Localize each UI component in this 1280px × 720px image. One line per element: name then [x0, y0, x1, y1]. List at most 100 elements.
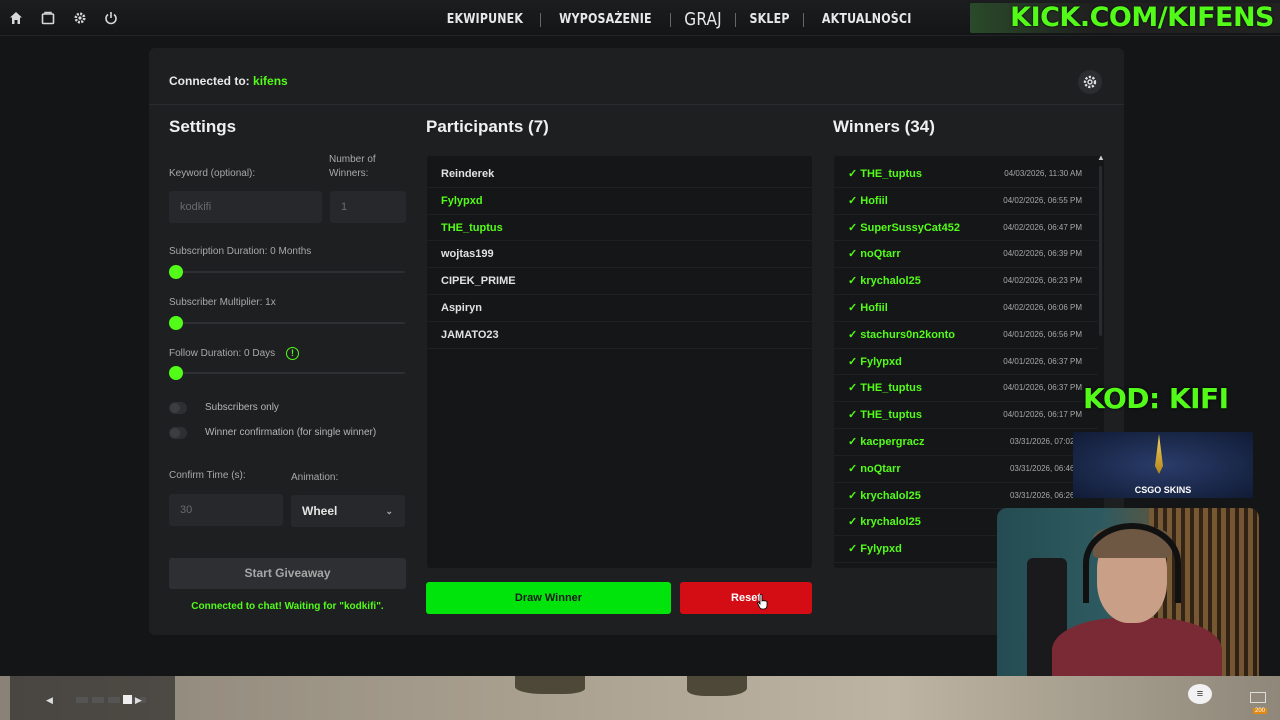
- sub-duration-slider[interactable]: [169, 265, 405, 279]
- nav-ekwipunek[interactable]: EKWIPUNEK: [438, 12, 531, 27]
- winner-row[interactable]: ✓ Fylypxd 04/01/2026, 06:37 PM: [834, 349, 1098, 376]
- participant-row[interactable]: Fylypxd: [427, 188, 812, 215]
- winner-date: 04/01/2026, 06:37 PM: [1003, 356, 1082, 366]
- slider-knob[interactable]: [169, 316, 183, 330]
- winner-row[interactable]: ✓ noQtarr 03/31/2026, 06:46 P: [834, 456, 1098, 483]
- reset-button[interactable]: Reset: [680, 582, 812, 614]
- winner-row[interactable]: ✓ THE_tuptus 04/01/2026, 06:17 PM: [834, 402, 1098, 429]
- participants-list[interactable]: Reinderek Fylypxd THE_tuptus wojtas199 CIPEK…: [427, 156, 812, 568]
- winner-name: ✓ SuperSussyCat452: [848, 221, 960, 234]
- winner-row[interactable]: ✓ SuperSussyCat452 04/02/2026, 06:47 PM: [834, 215, 1098, 242]
- participant-row[interactable]: wojtas199: [427, 241, 812, 269]
- nav-aktualnosci[interactable]: AKTUALNOŚCI: [813, 12, 920, 27]
- winner-row[interactable]: ✓ Hofiil 04/02/2026, 06:55 PM: [834, 188, 1098, 215]
- scroll-up-icon[interactable]: ▲: [1097, 156, 1104, 162]
- slider-knob[interactable]: [169, 265, 183, 279]
- start-giveaway-button[interactable]: Start Giveaway: [169, 558, 406, 589]
- animation-select[interactable]: Wheel ⌄: [291, 495, 405, 527]
- winner-row[interactable]: ✓ kacpergracz 03/31/2026, 07:02 P: [834, 429, 1098, 456]
- winners-list[interactable]: ✓ THE_tuptus 04/03/2026, 11:30 AM ✓ Hofiil…: [834, 156, 1104, 568]
- winner-date: 04/02/2026, 06:06 PM: [1003, 302, 1082, 312]
- nav-graj[interactable]: GRAJ: [676, 9, 731, 30]
- winner-row[interactable]: ✓ Hofiil 04/02/2026, 06:06 PM: [834, 295, 1098, 322]
- animation-label: Animation:: [291, 472, 339, 483]
- winners-count-input[interactable]: 1: [330, 191, 406, 223]
- connection-status: Connected to: kifens: [169, 74, 288, 88]
- promo-code-overlay: KOD: KIFI: [1083, 382, 1229, 415]
- kick-banner-text: KICK.COM/KIFENS: [1010, 3, 1274, 33]
- participant-row[interactable]: CIPEK_PRIME: [427, 268, 812, 295]
- winner-row[interactable]: ✓ THE_tuptus 04/03/2026, 11:30 AM: [834, 161, 1098, 188]
- settings-gear-button[interactable]: [1078, 70, 1102, 94]
- winner-row[interactable]: ✓ stachurs0n2konto 04/01/2026, 06:56 PM: [834, 322, 1098, 349]
- winner-date: 04/02/2026, 06:23 PM: [1003, 276, 1082, 286]
- winners-rows: ✓ THE_tuptus 04/03/2026, 11:30 AM ✓ Hofiil…: [834, 161, 1098, 563]
- gear-icon: [1083, 75, 1097, 89]
- winner-date: 04/02/2026, 06:55 PM: [1003, 195, 1082, 205]
- chat-status-text: Connected to chat! Waiting for "kodkifi"…: [191, 601, 384, 612]
- mail-icon[interactable]: [1250, 692, 1266, 703]
- follow-label-text: Follow Duration:: [169, 348, 242, 359]
- draw-winner-button[interactable]: Draw Winner: [426, 582, 671, 614]
- webcam-overlay: [997, 508, 1259, 686]
- home-icon[interactable]: [8, 11, 24, 27]
- kick-banner: KICK.COM/KIFENS: [970, 3, 1280, 33]
- nav-divider: [669, 12, 671, 27]
- confirm-time-input[interactable]: 30: [169, 494, 283, 526]
- winner-name: ✓ Hofiil: [848, 301, 888, 314]
- keyword-label: Keyword (optional):: [169, 168, 256, 179]
- game-background-strip: [0, 676, 1280, 720]
- follow-duration-label: Follow Duration: 0 Days: [169, 347, 275, 361]
- connected-label: Connected to:: [169, 74, 250, 88]
- winner-date: 04/01/2026, 06:37 PM: [1003, 383, 1082, 393]
- winner-row[interactable]: ✓ krychalol25 03/31/2026, 06:26 P: [834, 483, 1098, 510]
- participant-row[interactable]: Reinderek: [427, 161, 812, 188]
- left-arrow-icon[interactable]: ◀: [46, 695, 53, 706]
- multiplier-slider[interactable]: [169, 316, 405, 330]
- follow-unit-text: Days: [252, 348, 276, 359]
- keyword-input[interactable]: kodkifi: [169, 191, 322, 223]
- follow-duration-slider[interactable]: [169, 366, 405, 380]
- right-arrow-icon[interactable]: ▶: [135, 695, 142, 706]
- winner-name: ✓ THE_tuptus: [848, 382, 922, 395]
- giveaway-panel: Connected to: kifens Settings Keyword (o…: [149, 48, 1124, 635]
- winner-date: 04/02/2026, 06:47 PM: [1003, 222, 1082, 232]
- mail-count-badge: 200: [1253, 708, 1268, 714]
- winner-name: ✓ stachurs0n2konto: [848, 328, 956, 341]
- winner-row[interactable]: ✓ THE_tuptus 04/01/2026, 06:37 PM: [834, 375, 1098, 403]
- header-divider: [149, 104, 1124, 105]
- info-icon[interactable]: !: [286, 347, 299, 360]
- winner-confirmation-label: Winner confirmation (for single winner): [205, 427, 377, 438]
- participant-row[interactable]: THE_tuptus: [427, 215, 812, 242]
- participant-row[interactable]: JAMATO23: [427, 322, 812, 349]
- nav-divider: [539, 12, 541, 27]
- winner-name: ✓ krychalol25: [848, 489, 921, 502]
- nav-sklep[interactable]: SKLEP: [741, 12, 798, 27]
- scroll-thumb[interactable]: [1099, 166, 1102, 336]
- subs-only-toggle[interactable]: [169, 402, 187, 414]
- winners-title: Winners (34): [833, 117, 935, 136]
- winners-count-label: Number of Winners:: [329, 154, 376, 179]
- winner-date: 03/31/2026, 06:26 P: [1009, 490, 1082, 500]
- chat-icon[interactable]: ≡: [1188, 684, 1212, 704]
- game-hud-panel: ◀ ▶: [10, 676, 175, 720]
- winners-scrollbar[interactable]: ▲: [1097, 156, 1104, 566]
- follow-value-text: 0: [244, 348, 250, 359]
- chevron-down-icon: ⌄: [385, 506, 393, 516]
- winner-name: ✓ krychalol25: [848, 275, 921, 288]
- power-icon[interactable]: [103, 11, 119, 27]
- winner-date: 04/03/2026, 11:30 AM: [1004, 169, 1082, 178]
- winner-date: 03/31/2026, 07:02 P: [1009, 436, 1082, 446]
- gear-icon[interactable]: [72, 11, 88, 27]
- winner-date: 04/02/2026, 06:39 PM: [1003, 249, 1082, 259]
- participant-row[interactable]: Aspiryn: [427, 295, 812, 322]
- winner-name: ✓ THE_tuptus: [848, 168, 922, 180]
- winner-confirmation-toggle[interactable]: [169, 427, 187, 439]
- character-boot: [687, 676, 747, 696]
- nav-wyposazenie[interactable]: WYPOSAŻENIE: [551, 12, 661, 27]
- slider-knob[interactable]: [169, 366, 183, 380]
- winner-row[interactable]: ✓ krychalol25 04/02/2026, 06:23 PM: [834, 268, 1098, 295]
- winner-row[interactable]: ✓ noQtarr 04/02/2026, 06:39 PM: [834, 241, 1098, 269]
- inventory-icon[interactable]: [40, 11, 56, 27]
- sponsor-logo-text: CSGO SKINS: [1134, 485, 1192, 495]
